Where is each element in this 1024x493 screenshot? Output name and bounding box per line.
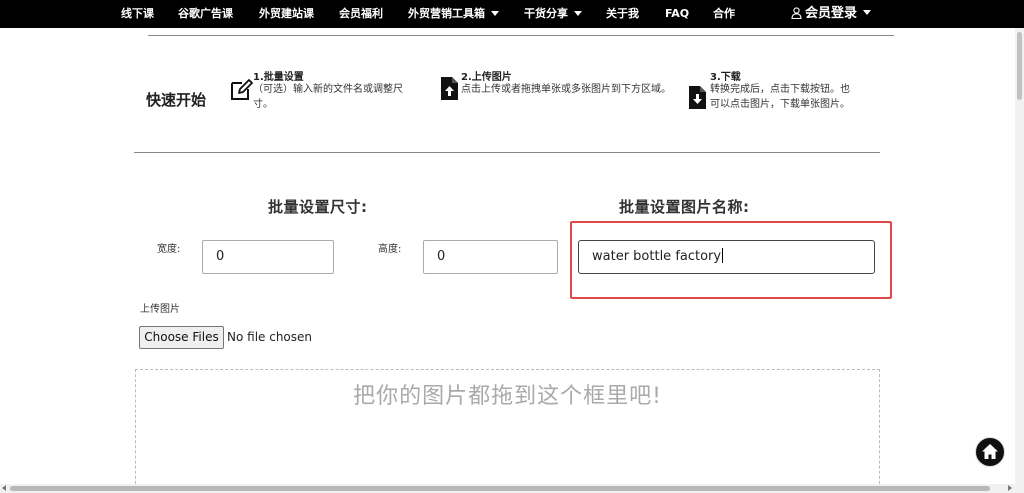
height-input[interactable]: 0 xyxy=(423,240,558,274)
text-cursor xyxy=(722,248,724,263)
horizontal-scrollbar[interactable] xyxy=(0,484,1024,493)
size-settings-title: 批量设置尺寸: xyxy=(268,198,368,216)
filename-input-value: water bottle factory xyxy=(592,249,722,264)
drop-zone[interactable]: 把你的图片都拖到这个框里吧! xyxy=(135,369,880,489)
upload-file-icon xyxy=(441,77,458,100)
edit-icon xyxy=(231,79,253,100)
quickstart-title: 快速开始 xyxy=(146,91,207,109)
nav-item-offline-course[interactable]: 线下课 xyxy=(121,0,154,28)
user-icon xyxy=(791,6,802,19)
width-input[interactable]: 0 xyxy=(202,240,334,274)
step-1-desc: （可选）输入新的文件名或调整尺寸。 xyxy=(253,84,403,110)
nav-item-articles[interactable]: 干货分享 xyxy=(524,0,582,28)
nav-item-site-building-course[interactable]: 外贸建站课 xyxy=(259,0,314,28)
top-divider xyxy=(148,35,894,36)
drop-zone-text: 把你的图片都拖到这个框里吧! xyxy=(353,384,662,409)
nav-item-label: 干货分享 xyxy=(524,7,568,20)
step-2-title: 2.上传图片 xyxy=(461,72,512,83)
choose-files-button[interactable]: Choose Files xyxy=(139,326,224,349)
chevron-down-icon xyxy=(574,10,582,16)
nav-item-cooperation[interactable]: 合作 xyxy=(713,0,735,28)
chevron-down-icon xyxy=(863,10,872,15)
step-3-desc: 转换完成后，点击下载按钮。也可以点击图片，下载单张图片。 xyxy=(710,84,850,110)
home-button[interactable] xyxy=(975,437,1005,467)
nav-item-label: 外贸营销工具箱 xyxy=(408,7,485,20)
width-label: 宽度: xyxy=(157,244,181,255)
nav-item-google-ads-course[interactable]: 谷歌广告课 xyxy=(178,0,233,28)
step-1-title: 1.批量设置 xyxy=(253,72,304,83)
login-menu[interactable]: 会员登录 xyxy=(791,0,872,28)
quickstart-divider xyxy=(134,152,880,153)
name-settings-title: 批量设置图片名称: xyxy=(619,198,750,216)
vertical-scrollbar[interactable] xyxy=(1015,28,1024,485)
vertical-scrollbar-thumb[interactable] xyxy=(1017,32,1022,100)
scroll-left-icon[interactable] xyxy=(2,485,6,491)
download-file-icon xyxy=(689,86,706,109)
nav-item-member-benefits[interactable]: 会员福利 xyxy=(339,0,383,28)
home-icon xyxy=(982,444,998,459)
top-nav: 线下课 谷歌广告课 外贸建站课 会员福利 外贸营销工具箱 干货分享 关于我 FA… xyxy=(0,0,1024,28)
height-label: 高度: xyxy=(378,244,402,255)
file-status: No file chosen xyxy=(227,330,313,344)
nav-item-about[interactable]: 关于我 xyxy=(606,0,639,28)
horizontal-scrollbar-thumb[interactable] xyxy=(10,486,990,491)
filename-input[interactable]: water bottle factory xyxy=(578,240,875,274)
login-label: 会员登录 xyxy=(805,6,858,21)
step-2-desc: 点击上传或者拖拽单张或多张图片到下方区域。 xyxy=(461,84,671,95)
nav-item-faq[interactable]: FAQ xyxy=(665,0,689,28)
nav-item-marketing-toolbox[interactable]: 外贸营销工具箱 xyxy=(408,0,499,28)
chevron-down-icon xyxy=(491,10,499,16)
step-3-title: 3.下载 xyxy=(710,72,741,83)
scroll-right-icon[interactable] xyxy=(1008,485,1012,491)
upload-label: 上传图片 xyxy=(140,304,180,315)
